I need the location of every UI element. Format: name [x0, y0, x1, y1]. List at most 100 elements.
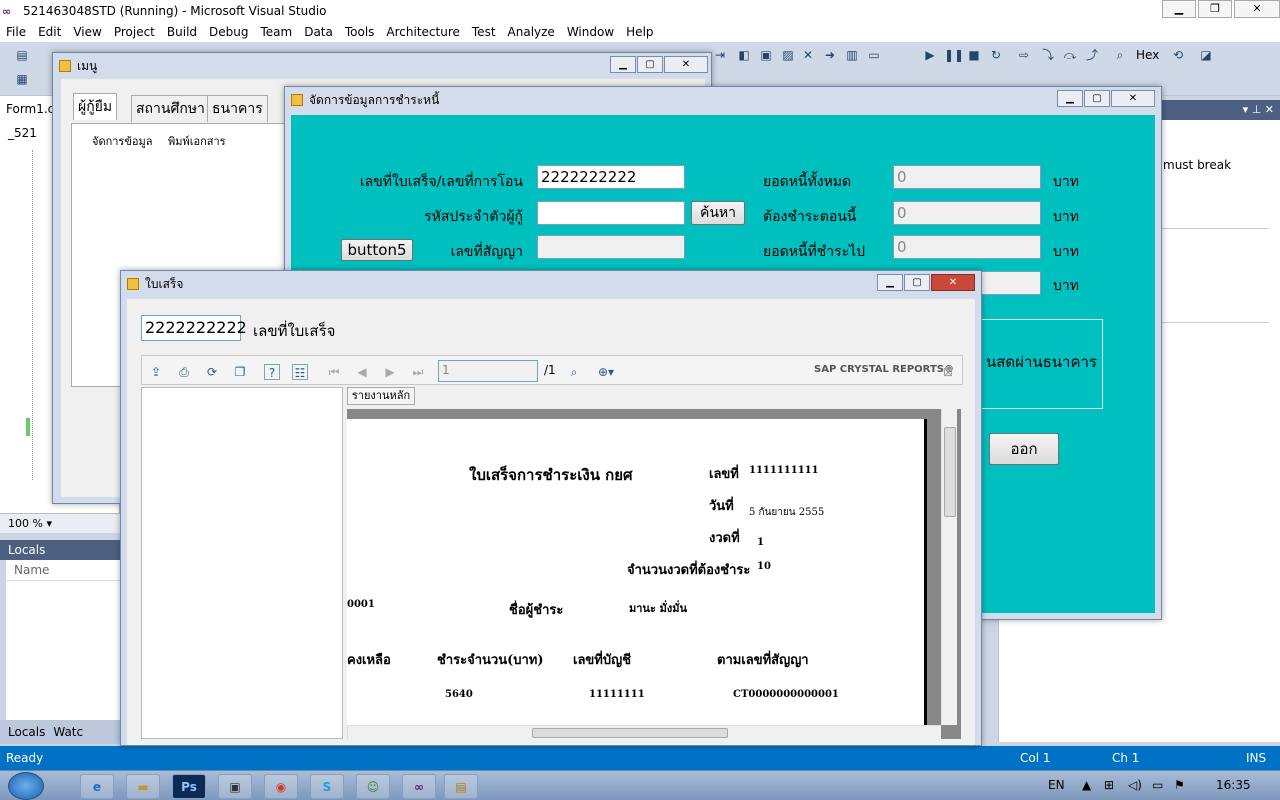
dropdown-icon[interactable]: ▭ — [866, 48, 882, 62]
menu-debug[interactable]: Debug — [209, 25, 248, 39]
new-project-icon[interactable]: ▤ — [14, 48, 30, 62]
debug-target-icon[interactable]: ◪ — [1198, 48, 1214, 62]
close-icon[interactable]: ✕ — [931, 274, 975, 291]
previous-page-icon[interactable]: ◀ — [354, 364, 370, 380]
network-icon[interactable]: ⊞ — [1104, 778, 1114, 792]
hex-toggle[interactable]: Hex — [1136, 48, 1159, 62]
clock[interactable]: 16:35 — [1216, 778, 1251, 792]
borrower-id-field[interactable] — [537, 201, 685, 225]
locals-column-name[interactable]: Name — [6, 560, 120, 581]
zoom-level[interactable]: 100 % ▾ — [0, 513, 120, 533]
find-icon[interactable]: ⌕ — [1112, 48, 1128, 62]
chart-icon[interactable]: ▥ — [844, 48, 860, 62]
menu-test[interactable]: Test — [472, 25, 496, 39]
export-icon[interactable]: ⇪ — [148, 364, 164, 380]
copy-icon[interactable]: ❐ — [232, 364, 248, 380]
menu-edit[interactable]: Edit — [38, 25, 61, 39]
receipt-number-field[interactable]: 2222222222 — [141, 315, 247, 341]
pay-now-field[interactable]: 0 — [893, 201, 1041, 225]
bank-transfer-option[interactable]: นสดผ่านธนาคาร — [986, 350, 1097, 374]
breakpoint-icon[interactable]: ◧ — [736, 48, 752, 62]
menu-data[interactable]: Data — [304, 25, 333, 39]
tab-main-report[interactable]: รายงานหลัก — [347, 387, 415, 405]
step-out-icon[interactable]: ⤴ — [1084, 48, 1100, 62]
arrow-icon[interactable]: ➜ — [822, 48, 838, 62]
menu-analyze[interactable]: Analyze — [508, 25, 555, 39]
menu-tools[interactable]: Tools — [345, 25, 375, 39]
action-center-flag-icon[interactable]: ⚑ — [1174, 778, 1185, 792]
internet-explorer-icon[interactable]: e — [80, 774, 114, 799]
restore-icon[interactable]: ❐ — [1198, 0, 1232, 18]
menu-build[interactable]: Build — [167, 25, 197, 39]
contract-no-field[interactable] — [537, 235, 685, 259]
refresh-icon[interactable]: ⟳ — [204, 364, 220, 380]
chrome-icon[interactable]: ◉ — [264, 774, 298, 799]
total-debt-field[interactable]: 0 — [893, 165, 1041, 189]
tab-bank[interactable]: ธนาคาร — [207, 95, 268, 122]
page-number-field[interactable]: 1 — [438, 360, 538, 382]
exit-button[interactable]: ออก — [989, 433, 1059, 465]
toolbox-icon[interactable]: ▦ — [14, 72, 30, 86]
close-icon[interactable]: ✕ — [1111, 90, 1155, 107]
solution-item[interactable]: _521 — [8, 126, 37, 140]
receipt-no-field[interactable]: 2222222222 — [537, 165, 685, 189]
menu-item-manage-data[interactable]: จัดการข้อมูล — [92, 132, 152, 150]
horizontal-scroll-thumb[interactable] — [532, 728, 728, 738]
last-page-icon[interactable]: ⏭ — [410, 364, 426, 380]
vertical-scrollbar[interactable] — [941, 409, 957, 725]
next-page-icon[interactable]: ▶ — [382, 364, 398, 380]
tab-borrower[interactable]: ผู้กู้ยืม — [73, 93, 118, 120]
find-icon[interactable]: ⌕ — [566, 364, 582, 380]
horizontal-scrollbar[interactable] — [347, 725, 941, 739]
menu-view[interactable]: View — [73, 25, 101, 39]
step-icon[interactable]: ⇥ — [712, 48, 728, 62]
photoshop-icon[interactable]: Ps — [172, 774, 206, 799]
print-icon[interactable]: ⎙ — [176, 364, 192, 380]
close-viewer-icon[interactable]: ⊠ — [940, 364, 956, 380]
tools-icon[interactable]: ✕ — [800, 48, 816, 62]
menu-team[interactable]: Team — [260, 25, 292, 39]
tab-watch[interactable]: Watc — [53, 725, 83, 739]
step-over-icon[interactable]: ⤼ — [1062, 48, 1078, 62]
maximize-icon[interactable]: ▢ — [637, 56, 663, 73]
menu-architecture[interactable]: Architecture — [386, 25, 459, 39]
menu-file[interactable]: File — [6, 25, 26, 39]
volume-icon[interactable]: ◁) — [1128, 778, 1142, 792]
continue-icon[interactable]: ▶ — [922, 48, 938, 62]
skype-icon[interactable]: S — [310, 774, 344, 799]
minimize-icon[interactable]: ▁ — [1057, 90, 1083, 107]
users-icon[interactable]: ☺ — [356, 774, 390, 799]
minimize-icon[interactable]: ▁ — [610, 56, 636, 73]
group-tree-panel[interactable] — [141, 387, 343, 739]
close-icon[interactable]: ✕ — [664, 56, 708, 73]
menu-help[interactable]: Help — [626, 25, 653, 39]
file-explorer-icon[interactable]: ▬ — [126, 774, 160, 799]
format-icon[interactable]: ⟲ — [1170, 48, 1186, 62]
tab-locals[interactable]: Locals — [8, 725, 45, 739]
form-app-taskbar-icon[interactable]: ▤ — [444, 774, 478, 799]
paid-debt-field[interactable]: 0 — [893, 235, 1041, 259]
menu-window[interactable]: Window — [567, 25, 614, 39]
first-page-icon[interactable]: ⏮ — [326, 364, 342, 380]
language-indicator[interactable]: EN — [1048, 778, 1065, 792]
minimize-icon[interactable]: ▁ — [1162, 0, 1196, 18]
tab-institution[interactable]: สถานศึกษา — [131, 95, 210, 122]
visual-studio-taskbar-icon[interactable]: ∞ — [402, 774, 436, 799]
help-icon[interactable]: ? — [264, 364, 280, 380]
window-icon[interactable]: ▣ — [758, 48, 774, 62]
restart-icon[interactable]: ↻ — [988, 48, 1004, 62]
minimize-icon[interactable]: ▁ — [877, 274, 903, 291]
maximize-icon[interactable]: ▢ — [904, 274, 930, 291]
stop-icon[interactable]: ■ — [966, 48, 982, 62]
pause-icon[interactable]: ❚❚ — [944, 48, 964, 62]
menu-item-print-documents[interactable]: พิมพ์เอกสาร — [168, 132, 226, 150]
app-icon[interactable]: ▣ — [218, 774, 252, 799]
power-icon[interactable]: ▭ — [1152, 778, 1163, 792]
search-button[interactable]: ค้นหา — [691, 201, 745, 225]
group-tree-icon[interactable]: ☷ — [292, 364, 308, 380]
menu-project[interactable]: Project — [114, 25, 155, 39]
show-hidden-icons-icon[interactable]: ▲ — [1082, 778, 1091, 792]
zoom-icon[interactable]: ⊕▾ — [594, 364, 618, 380]
button5[interactable]: button5 — [341, 239, 413, 261]
maximize-icon[interactable]: ▢ — [1084, 90, 1110, 107]
